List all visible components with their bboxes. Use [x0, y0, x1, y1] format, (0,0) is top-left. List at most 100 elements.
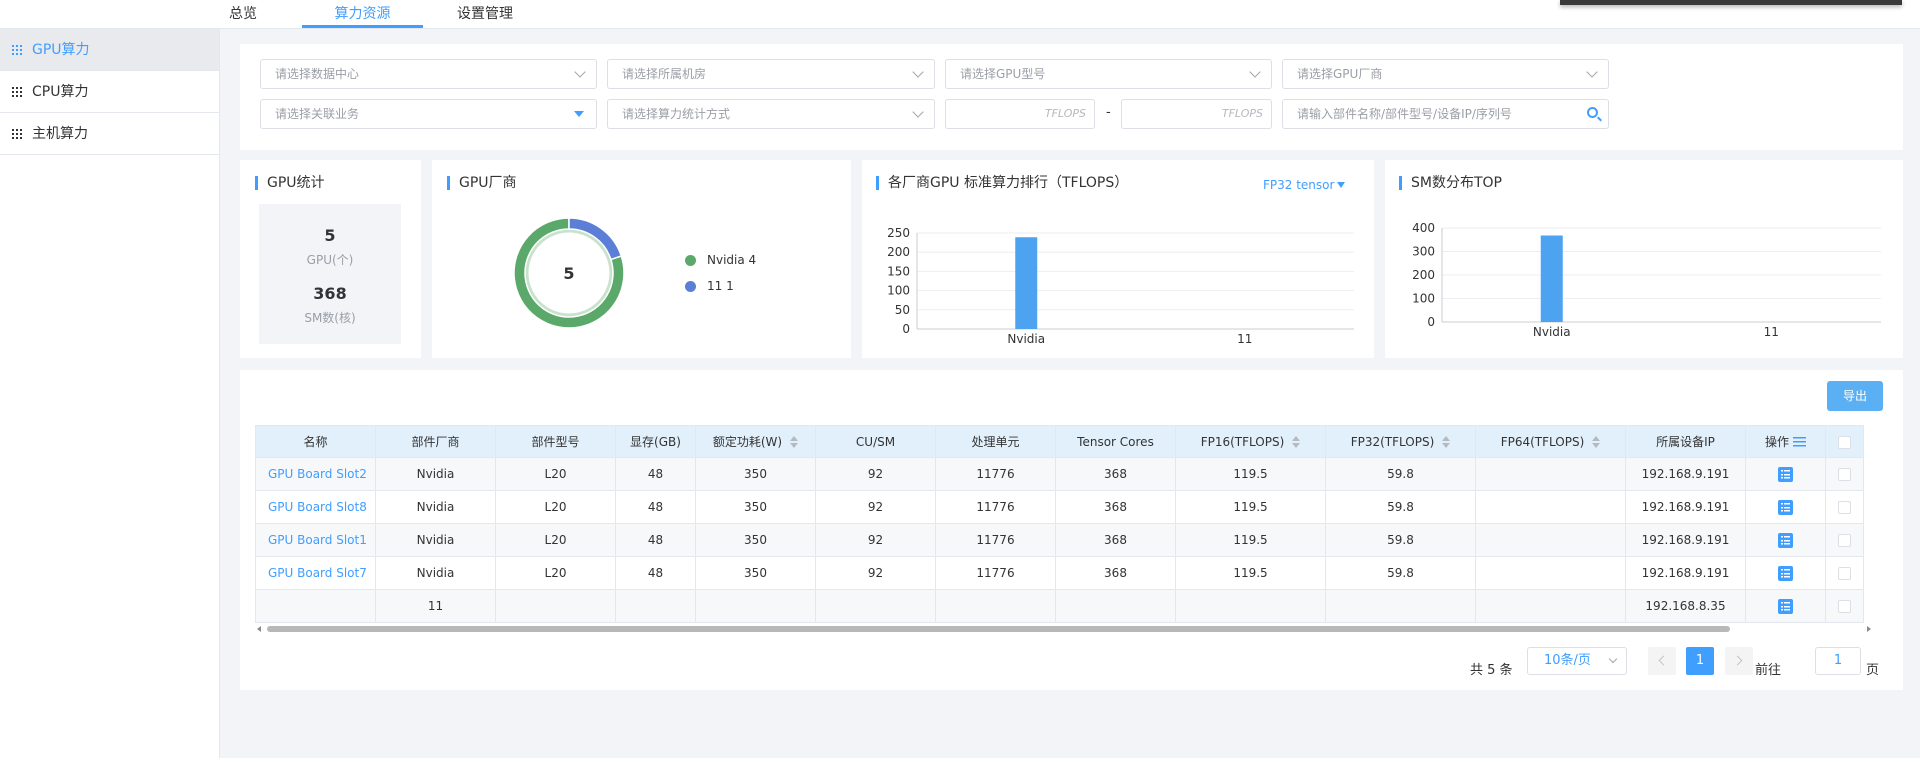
table-cell: 92 — [815, 556, 936, 590]
legend-item-nvidia[interactable]: Nvidia 4 — [685, 253, 756, 267]
component-name-link[interactable]: GPU Board Slot1 — [255, 523, 376, 557]
tab-overview[interactable]: 总览 — [218, 0, 268, 28]
column-header[interactable]: 额定功耗(W) — [695, 425, 816, 458]
gpu-vendor-select[interactable]: 请选择GPU厂商 — [1282, 59, 1609, 89]
page-size-select[interactable]: 10条/页 — [1527, 647, 1627, 675]
next-page-button[interactable] — [1725, 647, 1753, 675]
table-cell: 59.8 — [1325, 556, 1476, 590]
detail-list-icon[interactable] — [1778, 565, 1793, 581]
row-checkbox[interactable] — [1838, 468, 1851, 481]
x-tick-label: 11 — [1764, 325, 1779, 339]
sm-count-label: SM数(核) — [304, 311, 356, 325]
detail-list-icon[interactable] — [1778, 466, 1793, 482]
input-placeholder: TFLOPS — [1044, 107, 1086, 120]
table-cell — [1475, 490, 1626, 524]
table-row[interactable]: GPU Board Slot8 Nvidia L20 48 350 92 11776 368 1… — [255, 490, 1864, 524]
grid-icon — [12, 44, 22, 55]
goto-page-input[interactable]: 1 — [1815, 647, 1861, 675]
table-row[interactable]: GPU Board Slot1 Nvidia L20 48 350 92 11776 368 1… — [255, 523, 1864, 557]
detail-list-icon[interactable] — [1778, 598, 1793, 614]
table-cell — [1175, 589, 1326, 623]
row-checkbox[interactable] — [1838, 501, 1851, 514]
detail-list-icon[interactable] — [1778, 499, 1793, 515]
table-cell: L20 — [495, 523, 616, 557]
table-cell: 11776 — [935, 457, 1056, 491]
bar-nvidia — [1540, 235, 1563, 322]
column-settings-icon[interactable] — [1793, 436, 1806, 447]
column-header-label: FP32(TFLOPS) — [1350, 434, 1435, 449]
gpu-model-select[interactable]: 请选择GPU型号 — [945, 59, 1272, 89]
table-cell: 48 — [615, 556, 696, 590]
table-cell: 48 — [615, 523, 696, 557]
column-header-label: 显存(GB) — [630, 435, 681, 449]
bar-nvidia — [1015, 237, 1038, 329]
prev-page-button[interactable] — [1648, 647, 1676, 675]
sort-icon[interactable] — [1442, 435, 1451, 448]
component-name-link[interactable]: GPU Board Slot8 — [255, 490, 376, 524]
sort-icon[interactable] — [1592, 435, 1601, 448]
column-header[interactable]: FP16(TFLOPS) — [1175, 425, 1326, 458]
sidebar-item-cpu[interactable]: CPU算力 — [0, 71, 219, 113]
page-number[interactable]: 1 — [1686, 647, 1714, 675]
table-cell: 92 — [815, 523, 936, 557]
table-cell: 119.5 — [1175, 556, 1326, 590]
y-tick-label: 100 — [887, 284, 910, 298]
column-header: 操作 — [1745, 425, 1826, 458]
table-row[interactable]: GPU Board Slot2 Nvidia L20 48 350 92 11776 368 1… — [255, 457, 1864, 491]
operation-cell — [1745, 457, 1826, 491]
chevron-down-icon — [912, 66, 924, 78]
table-row[interactable]: GPU Board Slot7 Nvidia L20 48 350 92 11776 368 1… — [255, 556, 1864, 590]
column-header: Tensor Cores — [1055, 425, 1176, 458]
gpu-count-label: GPU(个) — [306, 253, 354, 267]
row-checkbox[interactable] — [1838, 534, 1851, 547]
column-header[interactable]: FP64(TFLOPS) — [1475, 425, 1626, 458]
table-cell: 368 — [1055, 556, 1176, 590]
y-tick-label: 150 — [887, 264, 910, 278]
column-header[interactable]: FP32(TFLOPS) — [1325, 425, 1476, 458]
stat-method-select[interactable]: 请选择算力统计方式 — [607, 99, 935, 129]
sort-icon[interactable] — [790, 436, 799, 448]
y-tick-label: 100 — [1412, 292, 1435, 306]
search-icon[interactable] — [1587, 107, 1598, 118]
export-button[interactable]: 导出 — [1827, 381, 1883, 411]
component-name-link[interactable]: GPU Board Slot7 — [255, 556, 376, 590]
datacenter-select[interactable]: 请选择数据中心 — [260, 59, 597, 89]
scroll-right-arrow-icon[interactable] — [1867, 626, 1871, 632]
horizontal-scrollbar[interactable] — [255, 625, 1873, 633]
page-size-value: 10条/页 — [1544, 653, 1591, 668]
sidebar-item-gpu[interactable]: GPU算力 — [0, 29, 219, 71]
column-header-label: CU/SM — [855, 434, 896, 449]
select-all-checkbox[interactable] — [1838, 435, 1851, 449]
column-header: CU/SM — [815, 425, 936, 458]
tflops-min-input[interactable]: TFLOPS — [945, 99, 1095, 129]
page-suffix: 页 — [1866, 663, 1880, 678]
table-body: GPU Board Slot2 Nvidia L20 48 350 92 11776 368 1… — [255, 457, 1864, 623]
row-checkbox[interactable] — [1838, 567, 1851, 580]
tflops-max-input[interactable]: TFLOPS — [1121, 99, 1272, 129]
table-cell: 119.5 — [1175, 490, 1326, 524]
chevron-down-icon — [1586, 66, 1598, 78]
chevron-down-icon — [574, 66, 586, 78]
goto-label: 前往 — [1755, 663, 1782, 678]
overlay-popup-edge — [1560, 0, 1902, 5]
table-cell: Nvidia — [375, 457, 496, 491]
row-checkbox[interactable] — [1838, 600, 1851, 613]
room-select[interactable]: 请选择所属机房 — [607, 59, 935, 89]
y-tick-label: 400 — [1412, 221, 1435, 235]
legend-item-11[interactable]: 11 1 — [685, 279, 734, 293]
select-placeholder: 请选择GPU型号 — [960, 67, 1046, 81]
business-select[interactable]: 请选择关联业务 — [260, 99, 597, 129]
tab-settings[interactable]: 设置管理 — [452, 0, 518, 28]
detail-list-icon[interactable] — [1778, 532, 1793, 548]
sidebar-item-label: 主机算力 — [32, 125, 88, 142]
table-row[interactable]: 11 192.168.8.35 — [255, 589, 1864, 623]
component-name-link[interactable]: GPU Board Slot2 — [255, 457, 376, 491]
tab-compute-resources[interactable]: 算力资源 — [302, 0, 423, 28]
scrollbar-thumb[interactable] — [267, 626, 1730, 632]
scroll-left-arrow-icon[interactable] — [257, 626, 261, 632]
sort-icon[interactable] — [1292, 435, 1301, 448]
table-cell: Nvidia — [375, 556, 496, 590]
search-input[interactable]: 请输入部件名称/部件型号/设备IP/序列号 — [1282, 99, 1609, 129]
table-cell — [1325, 589, 1476, 623]
sidebar-item-host[interactable]: 主机算力 — [0, 113, 219, 155]
